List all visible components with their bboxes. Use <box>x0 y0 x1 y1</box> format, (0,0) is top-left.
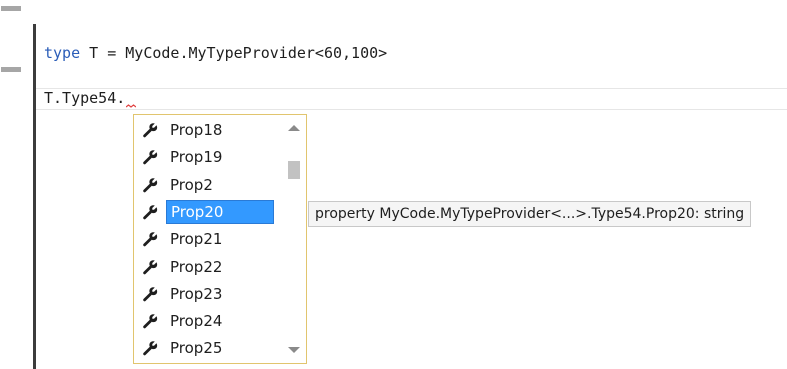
completion-item-label: Prop22 <box>170 257 223 276</box>
code-text: T = MyCode.MyTypeProvider<60,100> <box>80 44 388 62</box>
tooltip-text: property MyCode.MyTypeProvider<...>.Type… <box>315 206 745 222</box>
completion-item-label: Prop20 <box>166 199 274 224</box>
scroll-thumb[interactable] <box>288 161 300 179</box>
completion-item[interactable]: Prop25 <box>136 335 283 361</box>
completion-item-label: Prop2 <box>170 175 213 194</box>
wrench-icon <box>140 175 160 195</box>
completion-item[interactable]: Prop2 <box>136 172 283 198</box>
completion-item[interactable]: Prop24 <box>136 308 283 334</box>
code-line-current[interactable]: T.Type54. <box>44 88 125 108</box>
completion-item-label: Prop24 <box>170 312 223 331</box>
code-editor[interactable]: type T = MyCode.MyTypeProvider<60,100> T… <box>0 0 787 369</box>
completion-item[interactable]: Prop21 <box>136 226 283 252</box>
outline-collapse-marker[interactable] <box>1 6 21 11</box>
quick-info-tooltip: property MyCode.MyTypeProvider<...>.Type… <box>308 201 752 227</box>
completion-scrollbar[interactable] <box>284 117 304 361</box>
code-text: T.Type54. <box>44 89 126 107</box>
completion-list[interactable]: Prop18 Prop19 Prop2 Prop20 Prop21 Prop22 Prop2… <box>133 114 307 364</box>
completion-item-label: Prop23 <box>170 284 223 303</box>
completion-item[interactable]: Prop18 <box>136 117 283 143</box>
code-line-type-definition[interactable]: type T = MyCode.MyTypeProvider<60,100> <box>44 43 387 63</box>
completion-item[interactable]: Prop20 <box>136 199 283 225</box>
wrench-icon <box>140 120 160 140</box>
wrench-icon <box>140 147 160 167</box>
wrench-icon <box>140 338 160 358</box>
scroll-up-arrow-icon[interactable] <box>288 125 300 131</box>
completion-item-label: Prop19 <box>170 148 223 167</box>
keyword-type: type <box>44 44 81 62</box>
wrench-icon <box>140 257 160 277</box>
outline-collapse-marker[interactable] <box>1 67 21 72</box>
completion-item[interactable]: Prop22 <box>136 254 283 280</box>
wrench-icon <box>140 229 160 249</box>
wrench-icon <box>140 202 160 222</box>
scroll-down-arrow-icon[interactable] <box>288 347 300 353</box>
wrench-icon <box>140 311 160 331</box>
completion-item-label: Prop25 <box>170 339 223 358</box>
completion-item-label: Prop18 <box>170 121 223 139</box>
completion-item-label: Prop21 <box>170 230 223 249</box>
error-squiggle <box>126 104 136 108</box>
completion-item[interactable]: Prop23 <box>136 281 283 307</box>
outline-margin-line <box>33 24 36 369</box>
current-line-highlight <box>36 88 787 110</box>
wrench-icon <box>140 284 160 304</box>
completion-item[interactable]: Prop19 <box>136 144 283 170</box>
